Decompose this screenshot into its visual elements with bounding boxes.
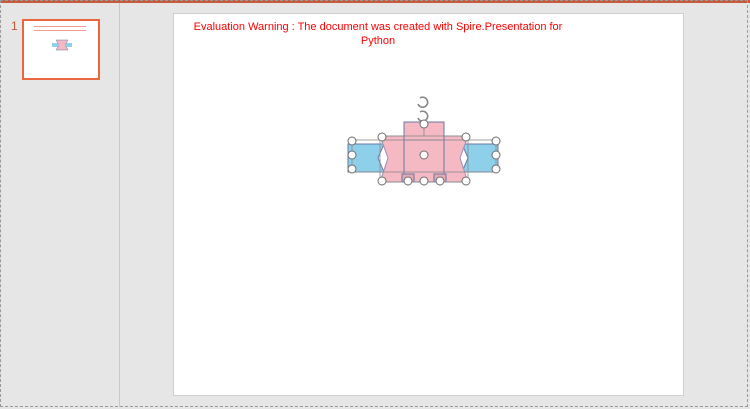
thumbnail-canvas bbox=[26, 23, 96, 76]
rotate-handle-icon bbox=[417, 96, 429, 122]
thumbnail-shape bbox=[52, 39, 72, 51]
evaluation-warning: Evaluation Warning : The document was cr… bbox=[193, 21, 563, 47]
slide-number: 1 bbox=[11, 19, 18, 33]
slide-canvas[interactable]: Evaluation Warning : The document was cr… bbox=[173, 13, 684, 396]
slide-thumbnail-pane[interactable]: 1 bbox=[0, 3, 120, 407]
ribbon-shape[interactable] bbox=[344, 88, 504, 192]
slide-thumbnail[interactable] bbox=[22, 19, 100, 80]
